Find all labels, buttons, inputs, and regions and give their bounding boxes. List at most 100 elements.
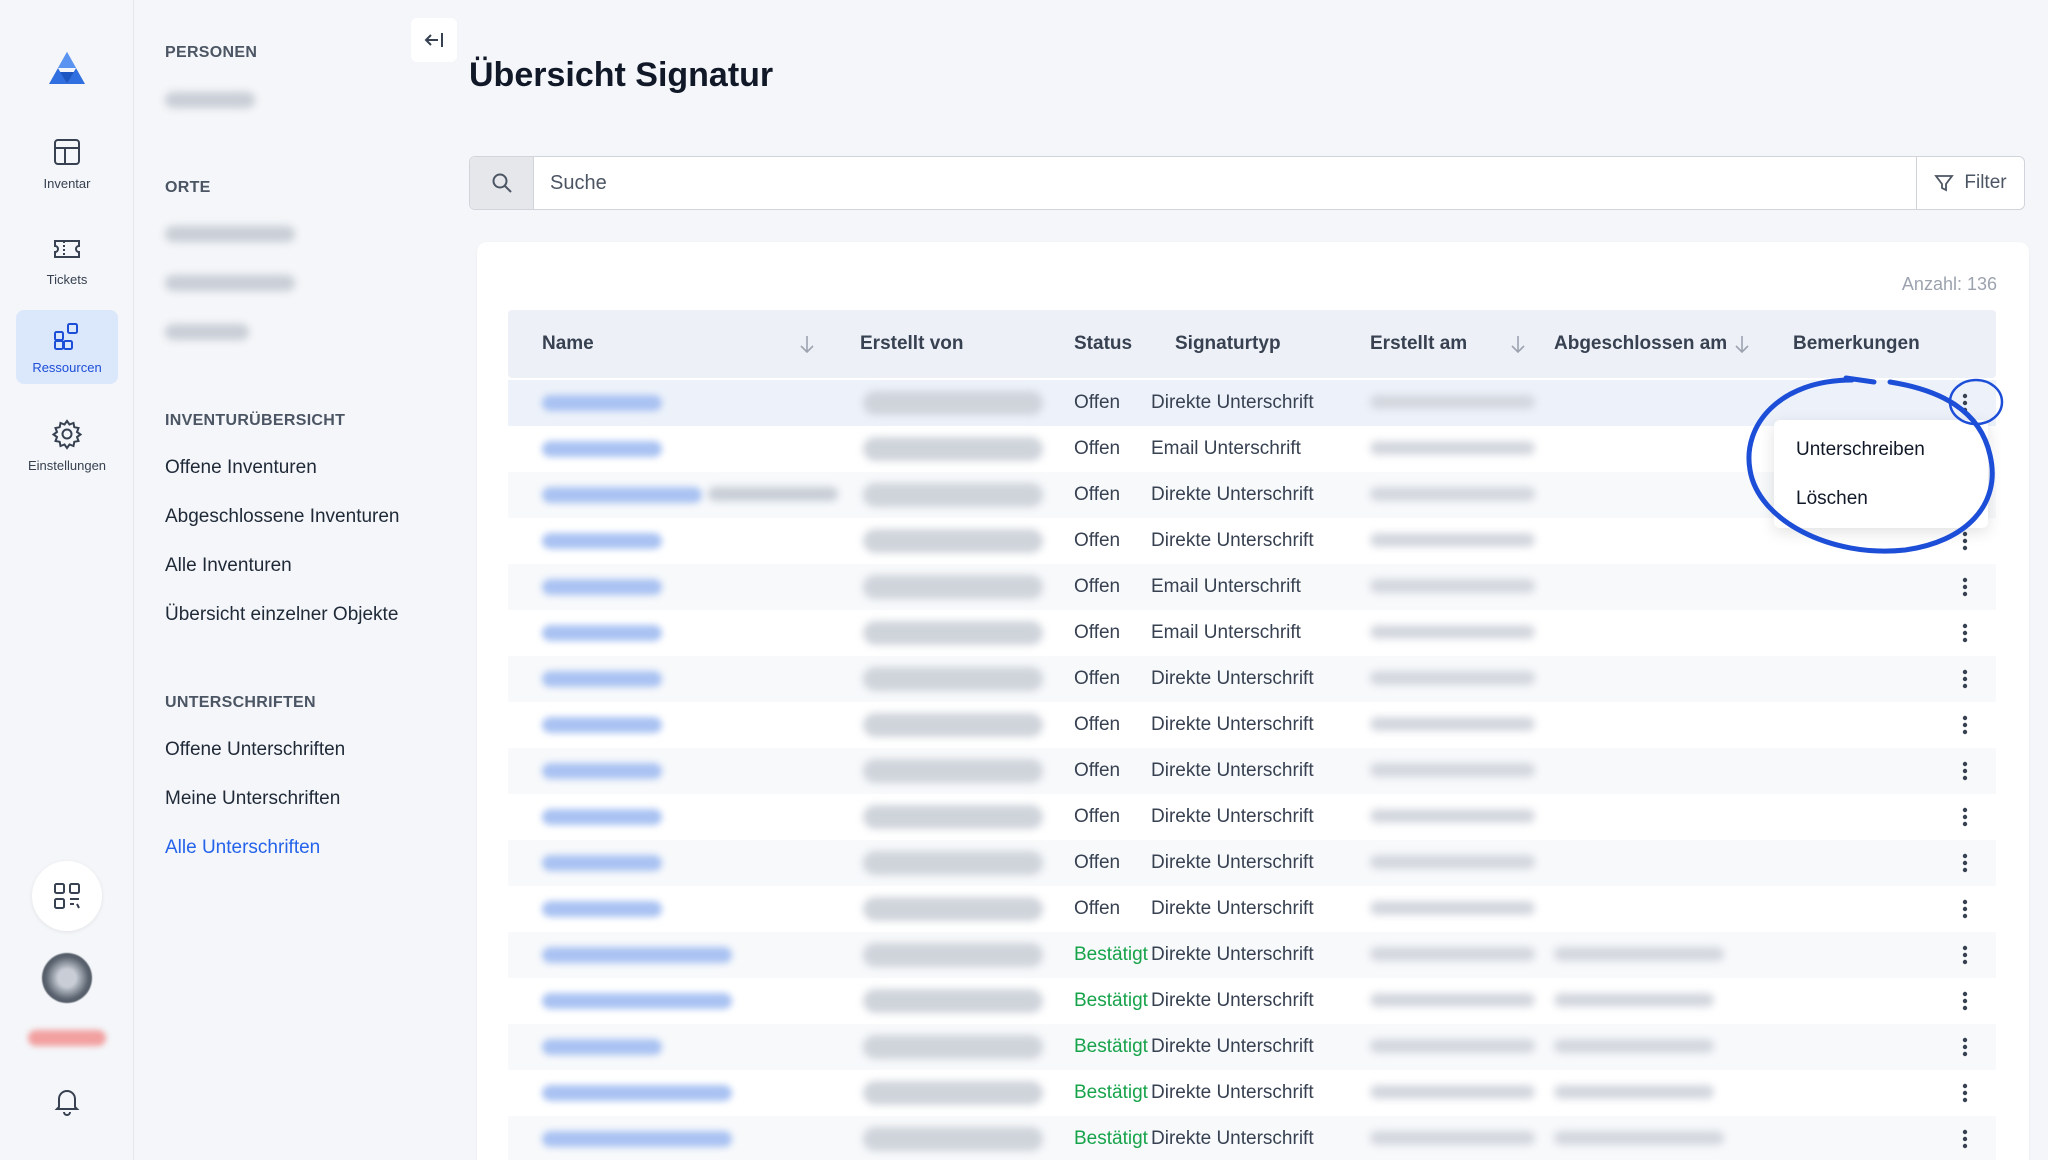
- table-row[interactable]: Offen Direkte Unterschrift: [508, 840, 1996, 886]
- name-link-redacted[interactable]: [542, 1131, 732, 1147]
- row-actions-button[interactable]: [1951, 527, 1979, 555]
- name-link-redacted[interactable]: [542, 1085, 732, 1101]
- filter-button[interactable]: Filter: [1916, 157, 2024, 209]
- row-actions-button[interactable]: [1951, 711, 1979, 739]
- column-header-status[interactable]: Status: [1074, 310, 1132, 378]
- nav-link-abgeschlossene-inventuren[interactable]: Abgeschlossene Inventuren: [165, 506, 400, 528]
- column-header-erstellt-von[interactable]: Erstellt von: [860, 310, 963, 378]
- name-link-redacted[interactable]: [542, 993, 732, 1009]
- table-row[interactable]: Bestätigt Direkte Unterschrift: [508, 932, 1996, 978]
- rail-item-einstellungen[interactable]: Einstellungen: [16, 408, 118, 482]
- nav-link-offene-inventuren[interactable]: Offene Inventuren: [165, 457, 317, 479]
- nav-link-redacted[interactable]: [165, 92, 255, 108]
- bell-icon[interactable]: [51, 1085, 83, 1117]
- sort-arrow-down-icon[interactable]: [1508, 334, 1528, 354]
- table-row[interactable]: Offen Direkte Unterschrift: [508, 472, 1996, 518]
- name-link-redacted[interactable]: [542, 1039, 662, 1055]
- row-actions-button[interactable]: [1951, 1079, 1979, 1107]
- qr-scan-button[interactable]: [32, 861, 102, 931]
- nav-link-alle-unterschriften[interactable]: Alle Unterschriften: [165, 837, 320, 859]
- sort-arrow-down-icon[interactable]: [1732, 334, 1752, 354]
- column-header-name[interactable]: Name: [542, 310, 594, 378]
- collapse-sidebar-button[interactable]: [411, 18, 457, 62]
- created-date-redacted: [1370, 993, 1535, 1007]
- row-actions-button[interactable]: [1951, 573, 1979, 601]
- column-header-abgeschlossen-am[interactable]: Abgeschlossen am: [1554, 310, 1727, 378]
- table-row[interactable]: Offen Email Unterschrift: [508, 610, 1996, 656]
- table-row[interactable]: Bestätigt Direkte Unterschrift: [508, 1070, 1996, 1116]
- name-link-redacted[interactable]: [542, 717, 662, 733]
- search-button[interactable]: [470, 157, 534, 209]
- nav-link-uebersicht-objekte[interactable]: Übersicht einzelner Objekte: [165, 604, 398, 626]
- row-actions-button[interactable]: [1951, 757, 1979, 785]
- row-actions-button[interactable]: [1951, 389, 1979, 417]
- menu-item-loeschen[interactable]: Löschen: [1796, 488, 1868, 510]
- author-redacted: [863, 943, 1043, 967]
- row-actions-button[interactable]: [1951, 665, 1979, 693]
- nav-link-redacted[interactable]: [165, 275, 295, 291]
- signature-table-card: Anzahl: 136 Name Erstellt von Status Sig…: [477, 242, 2029, 1160]
- name-link-redacted[interactable]: [542, 579, 662, 595]
- name-link-redacted[interactable]: [542, 901, 662, 917]
- name-link-redacted[interactable]: [542, 625, 662, 641]
- column-header-erstellt-am[interactable]: Erstellt am: [1370, 310, 1467, 378]
- name-link-redacted[interactable]: [542, 533, 662, 549]
- table-row[interactable]: Offen Direkte Unterschrift: [508, 380, 1996, 426]
- row-actions-button[interactable]: [1951, 1033, 1979, 1061]
- created-date-redacted: [1370, 533, 1535, 547]
- row-actions-button[interactable]: [1951, 619, 1979, 647]
- nav-link-alle-inventuren[interactable]: Alle Inventuren: [165, 555, 292, 577]
- name-link-redacted[interactable]: [542, 947, 732, 963]
- more-vertical-icon: [1962, 1083, 1968, 1103]
- row-actions-button[interactable]: [1951, 1125, 1979, 1153]
- sort-arrow-down-icon[interactable]: [797, 334, 817, 354]
- author-redacted: [863, 621, 1043, 645]
- name-link-redacted[interactable]: [542, 487, 702, 503]
- table-row[interactable]: Bestätigt Direkte Unterschrift: [508, 1116, 1996, 1160]
- table-row[interactable]: Bestätigt Direkte Unterschrift: [508, 978, 1996, 1024]
- name-link-redacted[interactable]: [542, 671, 662, 687]
- signature-type-text: Email Unterschrift: [1151, 576, 1301, 597]
- search-input[interactable]: [534, 157, 1916, 209]
- row-actions-button[interactable]: [1951, 987, 1979, 1015]
- more-vertical-icon: [1962, 761, 1968, 781]
- name-link-redacted[interactable]: [542, 809, 662, 825]
- table-row[interactable]: Offen Direkte Unterschrift: [508, 794, 1996, 840]
- nav-heading-unterschriften: UNTERSCHRIFTEN: [165, 694, 316, 711]
- nav-link-offene-unterschriften[interactable]: Offene Unterschriften: [165, 739, 345, 761]
- qr-code-icon: [54, 883, 80, 909]
- column-header-bemerkungen[interactable]: Bemerkungen: [1793, 310, 1920, 378]
- table-row[interactable]: Offen Direkte Unterschrift: [508, 518, 1996, 564]
- name-link-redacted[interactable]: [542, 855, 662, 871]
- row-actions-button[interactable]: [1951, 941, 1979, 969]
- rail-item-ressourcen[interactable]: Ressourcen: [16, 310, 118, 384]
- signature-type-text: Direkte Unterschrift: [1151, 1036, 1314, 1057]
- user-avatar[interactable]: [42, 953, 92, 1003]
- nav-link-meine-unterschriften[interactable]: Meine Unterschriften: [165, 788, 340, 810]
- app-logo-icon[interactable]: [47, 50, 87, 88]
- name-link-redacted[interactable]: [542, 395, 662, 411]
- table-row[interactable]: Offen Direkte Unterschrift: [508, 656, 1996, 702]
- table-row[interactable]: Offen Direkte Unterschrift: [508, 702, 1996, 748]
- column-header-signaturtyp[interactable]: Signaturtyp: [1175, 310, 1281, 378]
- table-row[interactable]: Offen Email Unterschrift: [508, 426, 1996, 472]
- table-row[interactable]: Bestätigt Direkte Unterschrift: [508, 1024, 1996, 1070]
- name-suffix-redacted: [708, 487, 838, 501]
- row-actions-button[interactable]: [1951, 803, 1979, 831]
- status-text: Offen: [1074, 530, 1121, 551]
- rail-item-inventar[interactable]: Inventar: [16, 126, 118, 200]
- row-actions-button[interactable]: [1951, 895, 1979, 923]
- row-actions-button[interactable]: [1951, 849, 1979, 877]
- nav-link-redacted[interactable]: [165, 226, 295, 242]
- rail-item-tickets[interactable]: Tickets: [16, 222, 118, 296]
- name-link-redacted[interactable]: [542, 441, 662, 457]
- menu-item-unterschreiben[interactable]: Unterschreiben: [1796, 439, 1925, 461]
- table-row[interactable]: Offen Direkte Unterschrift: [508, 886, 1996, 932]
- more-vertical-icon: [1962, 1129, 1968, 1149]
- nav-link-redacted[interactable]: [165, 324, 249, 340]
- author-redacted: [863, 713, 1043, 737]
- nav-heading-inventur: INVENTURÜBERSICHT: [165, 412, 346, 429]
- table-row[interactable]: Offen Direkte Unterschrift: [508, 748, 1996, 794]
- table-row[interactable]: Offen Email Unterschrift: [508, 564, 1996, 610]
- name-link-redacted[interactable]: [542, 763, 662, 779]
